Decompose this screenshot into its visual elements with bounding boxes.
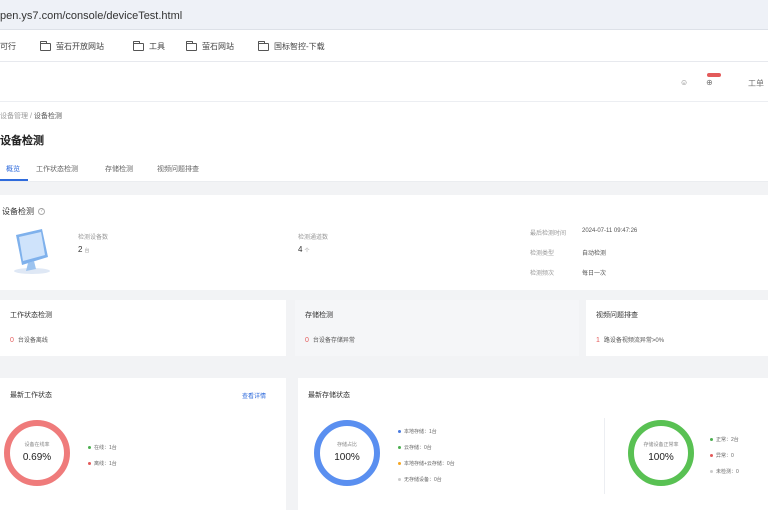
device-illustration-icon [14, 229, 50, 274]
tab-video-issues[interactable]: 视频问题排查 [157, 164, 199, 174]
question-icon[interactable]: ? [38, 208, 45, 216]
breadcrumb: 设备管理 / 设备检测 [0, 113, 62, 120]
meta-value: 2024-07-11 09:47:26 [582, 228, 638, 234]
legend-item: 云存储：0台 [398, 444, 432, 451]
meta-label: 检测类型 [530, 251, 555, 257]
tab-overview[interactable]: 概览 [6, 164, 20, 174]
bookmark-folder[interactable]: 工具 [132, 40, 165, 52]
stat-value: 1 路设备视频流异常>0% [596, 337, 665, 344]
field-label: 检测通道数 [298, 235, 329, 241]
stat-title: 存储检测 [305, 312, 333, 319]
bookmark-item[interactable]: 可行 [0, 41, 16, 52]
meta-value: 自动检测 [582, 251, 607, 257]
folder-icon [39, 40, 51, 51]
card-title: 最新存储状态 [308, 392, 350, 399]
tab-storage[interactable]: 存储检测 [105, 164, 133, 174]
stat-card-storage[interactable]: 存储检测 0 台设备存储异常 [295, 300, 579, 356]
ring-center-text: 存储设备正常率 100% [626, 441, 696, 463]
overview-card: 设备检测? 检测设备数 2台 检测通道数 4个 最后检测时间 2024-07-1… [0, 195, 768, 290]
stat-card-work-status[interactable]: 工作状态检测 0 台设备离线 [0, 300, 286, 356]
field-label: 检测设备数 [78, 235, 109, 241]
app-top-bar: ☺ ⊕ 工单 [0, 62, 768, 102]
folder-icon [185, 40, 197, 51]
legend-item: 未检测：0 [710, 468, 739, 475]
stat-title: 视频问题排查 [596, 312, 638, 319]
page-title: 设备检测 [0, 135, 44, 147]
divider [604, 418, 605, 494]
work-status-card: 最新工作状态 查看详情 设备在线率 0.69% 在线：1台 离线：1台 [0, 378, 286, 510]
bookmark-folder[interactable]: 萤石开放网站 [39, 40, 104, 52]
browser-url-bar[interactable]: pen.ys7.com/console/deviceTest.html [0, 0, 768, 30]
stat-card-video-issues[interactable]: 视频问题排查 1 路设备视频流异常>0% [586, 300, 768, 356]
notification-badge [707, 73, 721, 77]
folder-icon [257, 40, 269, 51]
storage-ratio-value: 100% [334, 452, 360, 463]
meta-value: 每日一次 [582, 271, 607, 277]
legend-item: 异常：0 [710, 452, 734, 459]
breadcrumb-parent[interactable]: 设备管理 [0, 113, 28, 120]
folder-icon [132, 40, 144, 51]
message-icon[interactable]: ⊕ [706, 78, 713, 87]
breadcrumb-current: 设备检测 [33, 113, 62, 120]
bookmarks-bar: 可行 萤石开放网站 工具 萤石网站 国标智控-下载 [0, 30, 768, 62]
legend-item: 本地存储+云存储：0台 [398, 460, 455, 467]
overview-title: 设备检测? [2, 206, 45, 217]
field-value: 2台 [78, 245, 90, 254]
active-tab-indicator [0, 179, 28, 181]
meta-label: 检测频次 [530, 271, 555, 277]
legend-item: 无存储设备：0台 [398, 476, 442, 483]
storage-health-value: 100% [648, 452, 674, 463]
page-header: 设备管理 / 设备检测 设备检测 概览 工作状态检测 存储检测 视频问题排查 [0, 102, 768, 182]
help-icon[interactable]: ☺ [680, 78, 688, 87]
ring-center-text: 设备在线率 0.69% [2, 441, 72, 463]
legend-item: 正常：2台 [710, 436, 739, 443]
legend-item: 本地存储：1台 [398, 428, 437, 435]
ticket-link[interactable]: 工单 [748, 78, 764, 89]
stat-value: 0 台设备存储异常 [305, 337, 355, 344]
tab-work-status[interactable]: 工作状态检测 [36, 164, 78, 174]
tab-bar: 概览 工作状态检测 存储检测 视频问题排查 [0, 160, 768, 182]
stat-title: 工作状态检测 [10, 312, 52, 319]
view-details-link[interactable]: 查看详情 [242, 391, 266, 400]
card-title: 最新工作状态 [10, 392, 52, 399]
stat-value: 0 台设备离线 [10, 337, 48, 344]
meta-label: 最后检测时间 [530, 231, 567, 237]
field-value: 4个 [298, 245, 310, 254]
url-text[interactable]: pen.ys7.com/console/deviceTest.html [0, 10, 182, 22]
bookmark-folder[interactable]: 萤石网站 [185, 40, 234, 52]
bookmark-folder[interactable]: 国标智控-下载 [257, 40, 325, 52]
online-rate-value: 0.69% [22, 452, 52, 463]
storage-status-card: 最新存储状态 存储占比 100% 本地存储：1台 云存储：0台 本地存储+云存储… [298, 378, 768, 510]
legend-item: 离线：1台 [88, 460, 117, 467]
legend-item: 在线：1台 [88, 444, 117, 451]
ring-center-text: 存储占比 100% [312, 441, 382, 463]
